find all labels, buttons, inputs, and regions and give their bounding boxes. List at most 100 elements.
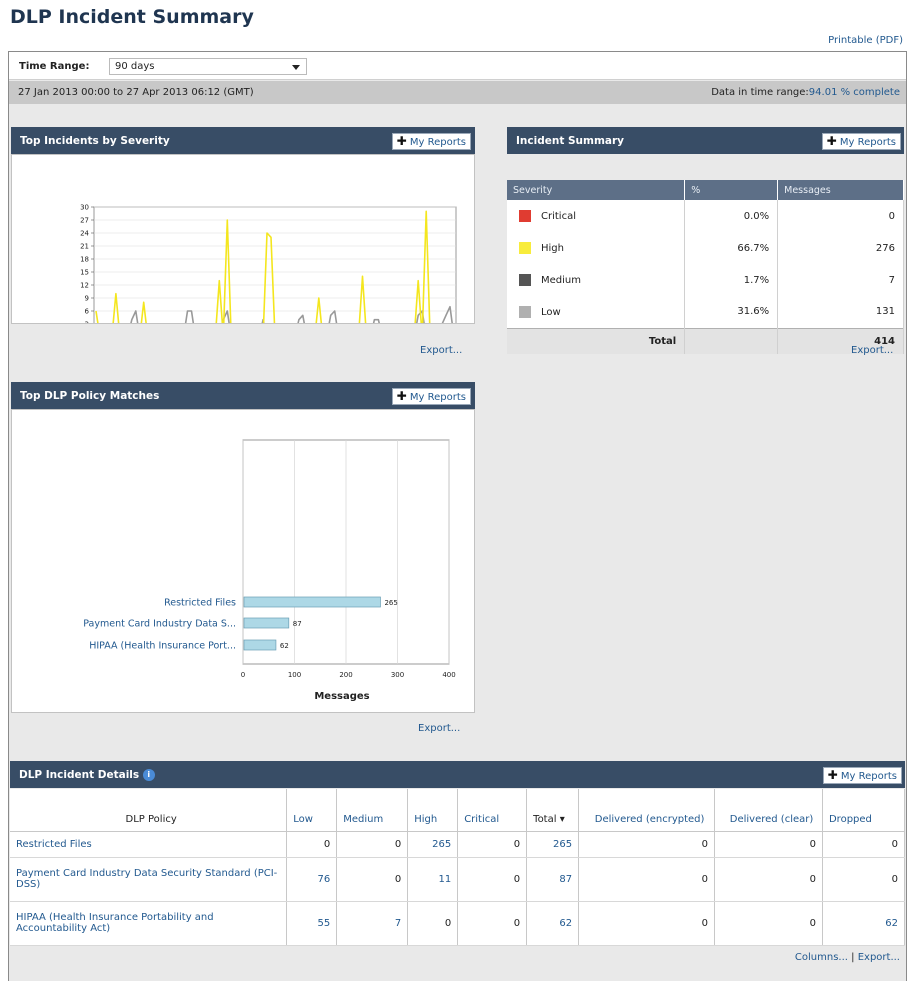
details-footer-links: Columns... | Export... <box>795 952 900 963</box>
total-link[interactable]: 265 <box>526 831 580 858</box>
policy-link[interactable]: Payment Card Industry Data Security Stan… <box>10 857 288 902</box>
severity-line-chart: 03691215182124273029-Jan12-Feb26-Feb12-M… <box>80 204 462 354</box>
incident-summary-header: Incident Summary ✚ My Reports <box>507 127 904 154</box>
policy-bar-chart: 0 100 200 300 400 Restricted Files 265 Payment … <box>83 439 456 702</box>
high-link[interactable]: 265 <box>407 831 459 858</box>
low-link[interactable]: 55 <box>286 901 338 946</box>
time-range-select[interactable]: 90 days <box>109 58 307 75</box>
severity-label: High <box>541 243 564 254</box>
sort-desc-icon: ▾ <box>559 813 565 825</box>
y-tick-label: 12 <box>80 282 89 290</box>
y-tick-label: 18 <box>80 256 89 264</box>
severity-my-reports-button[interactable]: ✚ My Reports <box>391 133 471 150</box>
col-low[interactable]: Low <box>286 789 338 832</box>
time-range-bar: Time Range: 90 days <box>9 52 906 80</box>
x-axis-label: Messages <box>314 691 369 702</box>
page-title: DLP Incident Summary <box>10 6 254 28</box>
medium-cell: 0 <box>336 857 409 902</box>
percent-value: 66.7% <box>684 232 779 264</box>
high-link[interactable]: 11 <box>407 857 459 902</box>
chevron-down-icon <box>292 65 300 70</box>
severity-export-link[interactable]: Export... <box>420 345 462 356</box>
severity-label: Medium <box>541 275 581 286</box>
medium-link[interactable]: 7 <box>336 901 409 946</box>
severity-panel-title: Top Incidents by Severity <box>20 135 170 147</box>
my-reports-label: My Reports <box>409 137 466 148</box>
dropped-cell: 0 <box>822 857 906 902</box>
clear-cell: 0 <box>714 831 823 858</box>
category-label: HIPAA (Health Insurance Port... <box>89 641 236 652</box>
col-dlp-policy: DLP Policy <box>10 789 288 832</box>
col-medium[interactable]: Medium <box>336 789 409 832</box>
y-tick-label: 3 <box>85 321 89 324</box>
details-my-reports-button[interactable]: ✚ My Reports <box>822 767 902 784</box>
policy-panel-title: Top DLP Policy Matches <box>20 390 160 402</box>
columns-link[interactable]: Columns... <box>795 952 848 963</box>
col-total[interactable]: Total ▾ <box>526 789 580 832</box>
y-tick-label: 27 <box>80 217 89 225</box>
summary-row-critical: Critical 0.0% 0 <box>507 200 904 232</box>
encrypted-cell: 0 <box>578 901 716 946</box>
data-completeness-link[interactable]: 94.01 % complete <box>809 87 900 98</box>
low-swatch <box>519 305 531 318</box>
report-container: Time Range: 90 days 27 Jan 2013 00:00 to… <box>8 51 907 981</box>
summary-row-medium: Medium 1.7% 7 <box>507 264 904 296</box>
bar <box>243 639 277 651</box>
col-critical[interactable]: Critical <box>457 789 528 832</box>
my-reports-label: My Reports <box>839 137 896 148</box>
time-range-label: Time Range: <box>19 61 90 72</box>
plus-icon: ✚ <box>827 768 838 782</box>
low-cell: 0 <box>286 831 338 858</box>
plus-icon: ✚ <box>826 134 837 148</box>
critical-cell: 0 <box>457 901 528 946</box>
dropped-cell: 0 <box>822 831 906 858</box>
summary-row-high: High 66.7% 276 <box>507 232 904 264</box>
details-panel-header: DLP Incident Details i ✚ My Reports <box>10 761 905 788</box>
summary-my-reports-button[interactable]: ✚ My Reports <box>821 133 901 150</box>
time-range-value: 90 days <box>115 61 155 72</box>
summary-header-row: Severity % Messages <box>507 180 904 200</box>
incident-details-table: DLP Policy Low Medium High Critical Tota… <box>10 789 906 946</box>
incident-summary-table: Severity % Messages Critical 0.0% 0 High… <box>507 180 904 354</box>
y-tick-label: 21 <box>80 243 89 251</box>
link-separator: | <box>851 952 855 963</box>
total-link[interactable]: 62 <box>526 901 580 946</box>
details-export-link[interactable]: Export... <box>858 952 900 963</box>
policy-panel-header: Top DLP Policy Matches ✚ My Reports <box>11 382 475 409</box>
x-tick-label: 300 <box>391 671 404 679</box>
policy-my-reports-button[interactable]: ✚ My Reports <box>391 388 471 405</box>
data-label: 62 <box>280 642 289 650</box>
y-tick-label: 9 <box>85 295 89 303</box>
policy-export-link[interactable]: Export... <box>418 723 460 734</box>
col-delivered-encrypted[interactable]: Delivered (encrypted) <box>578 789 716 832</box>
policy-link[interactable]: HIPAA (Health Insurance Portability and … <box>10 901 288 946</box>
y-tick-label: 30 <box>80 204 89 212</box>
printable-pdf-link[interactable]: Printable (PDF) <box>828 35 903 46</box>
bar <box>243 617 290 629</box>
bar <box>243 596 381 608</box>
data-completeness-label: Data in time range: <box>711 87 809 98</box>
col-messages: Messages <box>777 180 904 200</box>
col-high[interactable]: High <box>407 789 459 832</box>
incident-summary-title: Incident Summary <box>516 135 625 147</box>
total-label: Total <box>507 327 686 354</box>
percent-value: 31.6% <box>684 296 779 328</box>
clear-cell: 0 <box>714 901 823 946</box>
x-tick-label: 0 <box>241 671 245 679</box>
encrypted-cell: 0 <box>578 857 716 902</box>
summary-export-link[interactable]: Export... <box>851 345 893 356</box>
info-icon[interactable]: i <box>142 769 155 781</box>
total-link[interactable]: 87 <box>526 857 580 902</box>
x-tick-label: 200 <box>339 671 352 679</box>
category-label: Restricted Files <box>164 598 236 609</box>
date-range-bar: 27 Jan 2013 00:00 to 27 Apr 2013 06:12 (… <box>9 81 906 104</box>
x-tick-label: 100 <box>288 671 301 679</box>
dropped-link[interactable]: 62 <box>822 901 906 946</box>
summary-row-low: Low 31.6% 131 <box>507 296 904 328</box>
messages-value: 276 <box>777 232 904 264</box>
col-dropped[interactable]: Dropped <box>822 789 906 832</box>
low-link[interactable]: 76 <box>286 857 338 902</box>
policy-link[interactable]: Restricted Files <box>10 831 288 858</box>
messages-value: 7 <box>777 264 904 296</box>
col-delivered-clear[interactable]: Delivered (clear) <box>714 789 823 832</box>
